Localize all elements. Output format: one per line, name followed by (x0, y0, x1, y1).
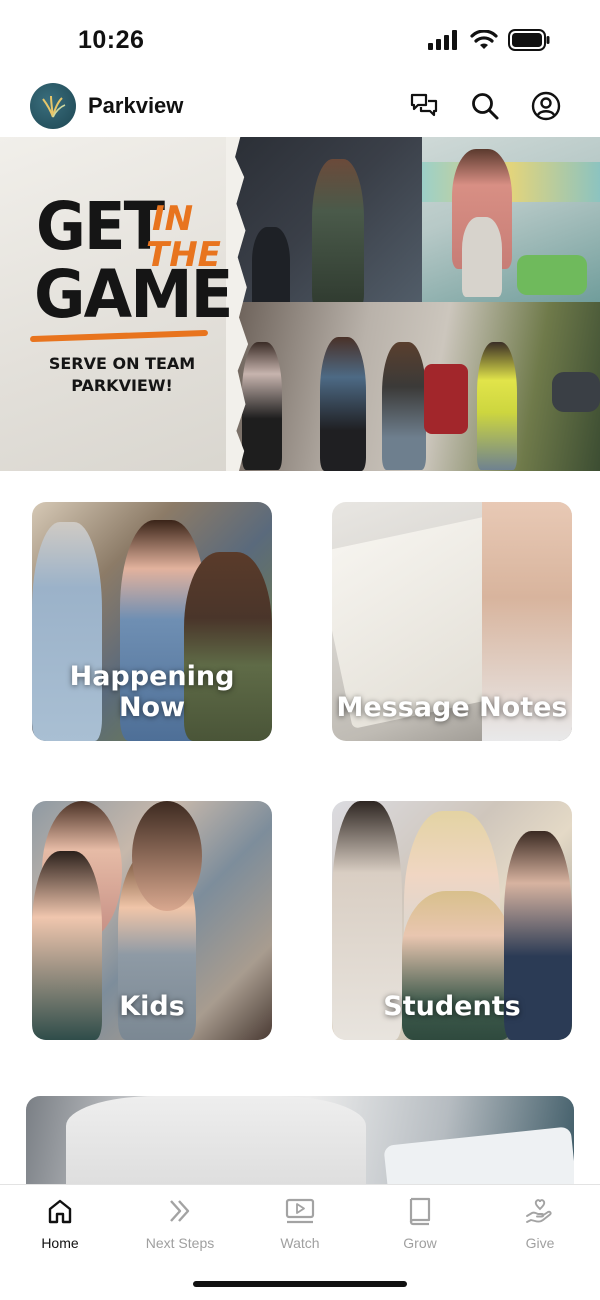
search-icon[interactable] (469, 90, 501, 122)
hero-headline-line1: GET (36, 188, 165, 265)
tab-label: Next Steps (145, 1235, 215, 1251)
tile-students[interactable]: Students (332, 801, 572, 1040)
book-icon (404, 1195, 436, 1227)
app-header: Parkview (0, 80, 600, 136)
tile-label: Happening Now (69, 661, 235, 723)
hero-subtitle: SERVE ON TEAM PARKVIEW! (48, 354, 196, 395)
app-title: Parkview (88, 93, 184, 118)
hero-banner[interactable]: GET IN THE GAME SERVE ON TEAM PARKVIEW! (0, 137, 600, 471)
tile-label: Students (383, 991, 521, 1022)
chat-icon[interactable] (408, 90, 440, 122)
hero-photo-kids-room (422, 137, 600, 312)
status-time: 10:26 (78, 26, 145, 54)
status-bar: 10:26 (0, 0, 600, 80)
parkview-logo-icon[interactable] (30, 83, 76, 129)
battery-icon (508, 29, 550, 56)
promo-card[interactable] (26, 1096, 574, 1196)
tile-kids[interactable]: Kids (32, 801, 272, 1040)
tile-label: Kids (119, 991, 185, 1022)
wifi-icon (470, 29, 498, 55)
status-icons (428, 29, 550, 56)
tab-next-steps[interactable]: Next Steps (120, 1195, 240, 1257)
hero-photo-worship (232, 137, 432, 312)
cellular-signal-icon (428, 30, 460, 55)
tab-give[interactable]: Give (480, 1195, 600, 1257)
tab-label: Watch (280, 1235, 320, 1251)
tab-label: Give (525, 1235, 555, 1251)
hero-headline-line2: GAME (34, 256, 234, 333)
tab-grow[interactable]: Grow (360, 1195, 480, 1257)
hand-heart-icon (524, 1195, 556, 1227)
hero-photo-greeters (232, 302, 600, 471)
tab-label: Grow (403, 1235, 437, 1251)
play-video-icon (284, 1195, 316, 1227)
home-icon (44, 1195, 76, 1227)
profile-icon[interactable] (530, 90, 562, 122)
hero-accent-line1: IN (152, 199, 194, 239)
tile-happening-now[interactable]: Happening Now (32, 502, 272, 741)
hero-photo-collage (232, 137, 600, 471)
tab-label: Home (41, 1235, 79, 1251)
double-chevron-right-icon (164, 1195, 196, 1227)
tile-message-notes[interactable]: Message Notes (332, 502, 572, 741)
tab-watch[interactable]: Watch (240, 1195, 360, 1257)
tab-home[interactable]: Home (0, 1195, 120, 1257)
home-indicator[interactable] (193, 1281, 407, 1287)
tile-label: Message Notes (336, 692, 568, 723)
